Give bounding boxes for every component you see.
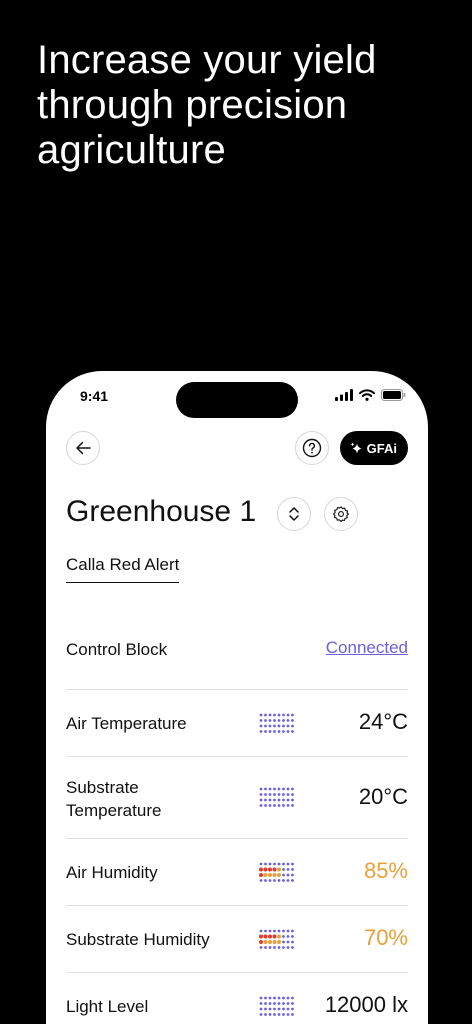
gfai-button[interactable]: GFAi	[339, 431, 408, 465]
page-title: Greenhouse 1	[66, 495, 257, 528]
back-button[interactable]	[66, 431, 100, 465]
list-item[interactable]: Substrate Humidity 70%	[66, 906, 408, 973]
row-label: Air Temperature	[66, 714, 187, 733]
switch-greenhouse-button[interactable]	[277, 497, 311, 531]
metrics-list: Control Block Connected Air Temperature …	[66, 623, 408, 1024]
connected-link[interactable]: Connected	[326, 638, 408, 658]
row-label: Control Block	[66, 640, 168, 659]
row-label: Air Humidity	[66, 863, 158, 882]
list-item[interactable]: Substrate Temperature 20°C	[66, 757, 408, 839]
tab-calla-red-alert[interactable]: Calla Red Alert	[66, 555, 180, 583]
list-item[interactable]: Light Level 12000 lx	[66, 973, 408, 1024]
gear-icon	[332, 506, 350, 523]
sensor-dots-icon	[259, 862, 294, 882]
row-value: 85%	[363, 858, 408, 883]
status-icons	[335, 389, 406, 401]
row-value: 24°C	[358, 709, 408, 734]
dynamic-island	[176, 382, 298, 418]
row-label: Substrate Temperature	[66, 778, 162, 820]
sensor-dots-icon	[259, 787, 294, 807]
row-value: 12000 lx	[324, 992, 408, 1017]
phone-screen: 9:41 GFAi Greenhouse 1 Calla Red Alert C…	[46, 371, 428, 1024]
wifi-icon	[359, 389, 375, 401]
nav-bar: GFAi	[66, 430, 408, 466]
back-arrow-icon	[76, 441, 91, 455]
row-value: 70%	[363, 925, 408, 950]
headline: Increase your yield through precision ag…	[37, 38, 377, 172]
status-bar: 9:41	[46, 371, 428, 421]
row-label: Substrate Humidity	[66, 930, 210, 949]
gfai-label: GFAi	[366, 440, 397, 456]
signal-icon	[335, 389, 353, 401]
control-block-row: Control Block Connected	[66, 623, 408, 690]
row-label: Light Level	[66, 997, 149, 1016]
sensor-dots-icon	[259, 929, 294, 949]
help-button[interactable]	[295, 431, 329, 465]
row-value: 20°C	[358, 784, 408, 809]
list-item[interactable]: Air Humidity 85%	[66, 839, 408, 906]
title-row: Greenhouse 1	[66, 493, 408, 535]
battery-icon	[381, 389, 406, 401]
sensor-dots-icon	[259, 713, 294, 733]
list-item[interactable]: Air Temperature 24°C	[66, 690, 408, 757]
sparkle-icon	[350, 442, 362, 453]
status-time: 9:41	[80, 388, 109, 404]
sensor-dots-icon	[259, 996, 294, 1016]
help-icon	[302, 438, 322, 458]
settings-button[interactable]	[324, 497, 358, 531]
switch-icon	[289, 507, 299, 521]
